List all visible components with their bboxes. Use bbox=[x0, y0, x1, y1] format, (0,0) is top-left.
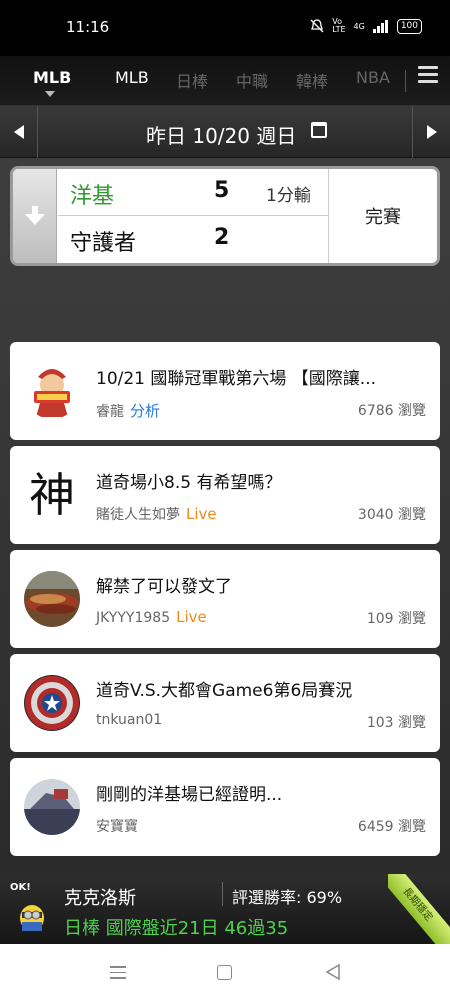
status-time: 11:16 bbox=[66, 18, 110, 36]
divider bbox=[405, 70, 406, 92]
post-item[interactable]: 10/21 國聯冠軍戰第六場 【國際讓... 睿龍 分析 6786 瀏覽 bbox=[10, 342, 440, 440]
tab-npb[interactable]: 日棒 bbox=[176, 68, 208, 92]
post-title: 剛剛的洋基場已經證明... bbox=[96, 785, 283, 805]
post-views: 3040 瀏覽 bbox=[357, 507, 426, 523]
post-item[interactable]: 剛剛的洋基場已經證明... 安寶寶 6459 瀏覽 bbox=[10, 758, 440, 856]
food-photo-avatar bbox=[24, 571, 80, 627]
expand-button[interactable] bbox=[13, 169, 57, 263]
post-meta: JKYYY1985 Live bbox=[96, 608, 207, 626]
game-status: 完賽 bbox=[328, 169, 437, 263]
post-item[interactable]: 道奇V.S.大都會Game6第6局賽況 tnkuan01 103 瀏覽 bbox=[10, 654, 440, 752]
team-name: 洋基 bbox=[70, 184, 115, 209]
post-title: 道奇場小8.5 有希望嗎？ bbox=[96, 473, 282, 493]
post-views: 6786 瀏覽 bbox=[357, 403, 426, 419]
photo-avatar bbox=[24, 779, 80, 835]
post-item[interactable]: 解禁了可以發文了 JKYYY1985 Live 109 瀏覽 bbox=[10, 550, 440, 648]
post-views: 109 瀏覽 bbox=[366, 611, 426, 627]
post-item[interactable]: 神 道奇場小8.5 有希望嗎？ 賭徒人生如夢 Live 3040 瀏覽 bbox=[10, 446, 440, 544]
team-row-away: 守護者 2 bbox=[58, 216, 328, 263]
arrow-down-icon bbox=[24, 206, 45, 225]
system-nav-bar bbox=[0, 944, 450, 1000]
calendar-icon[interactable] bbox=[311, 122, 327, 138]
post-tag: Live bbox=[186, 505, 217, 523]
post-meta: 安寶寶 bbox=[96, 816, 138, 836]
league-tab-bar: MLB MLB 日棒 中職 韓棒 NBA bbox=[0, 56, 450, 106]
avatar-text: OK! bbox=[10, 882, 31, 893]
main-content: 洋基 5 1分輸 守護者 2 完賽 10/21 國聯冠軍戰第六場 【國際讓...… bbox=[0, 158, 450, 874]
badge-avatar bbox=[24, 363, 80, 419]
expert-win-rate: 評選勝率: 69% bbox=[232, 888, 343, 907]
arrow-left-icon bbox=[13, 125, 24, 139]
post-views: 6459 瀏覽 bbox=[357, 819, 426, 835]
home-icon[interactable] bbox=[217, 965, 232, 980]
previous-date-button[interactable] bbox=[0, 106, 38, 158]
post-author[interactable]: 賭徒人生如夢 bbox=[96, 507, 180, 523]
team-name: 守護者 bbox=[70, 231, 137, 256]
next-date-button[interactable] bbox=[412, 106, 450, 158]
mute-icon bbox=[310, 19, 324, 33]
team-row-home: 洋基 5 1分輸 bbox=[58, 169, 328, 216]
volte-icon: Vo LTE bbox=[332, 17, 346, 34]
status-bar: 11:16 Vo LTE 4G 100 bbox=[0, 0, 450, 56]
team-score: 5 bbox=[214, 178, 230, 203]
date-bar: 昨日 10/20 週日 bbox=[0, 106, 450, 158]
expert-banner[interactable]: OK! 克克洛斯 評選勝率: 69% 日棒 國際盤近21日 46過35 長期穩定 bbox=[0, 874, 450, 944]
tab-mlb-current[interactable]: MLB bbox=[33, 68, 71, 87]
team-score: 2 bbox=[214, 225, 230, 250]
post-tag: 分析 bbox=[130, 402, 161, 420]
post-title: 道奇V.S.大都會Game6第6局賽況 bbox=[96, 681, 353, 701]
result-note: 1分輸 bbox=[266, 186, 311, 206]
shield-avatar bbox=[24, 675, 80, 731]
avatar-character: 神 bbox=[29, 468, 75, 522]
game-scoreboard[interactable]: 洋基 5 1分輸 守護者 2 完賽 bbox=[10, 166, 440, 266]
back-icon[interactable] bbox=[325, 964, 341, 980]
expert-record: 日棒 國際盤近21日 46過35 bbox=[64, 918, 289, 939]
expert-name: 克克洛斯 bbox=[64, 888, 136, 909]
post-views: 103 瀏覽 bbox=[366, 715, 426, 731]
battery-icon: 100 bbox=[396, 18, 422, 34]
ribbon-label: 長期穩定 bbox=[388, 874, 450, 944]
post-title: 10/21 國聯冠軍戰第六場 【國際讓... bbox=[96, 369, 377, 389]
post-author[interactable]: 睿龍 bbox=[96, 404, 124, 420]
divider bbox=[222, 882, 223, 906]
tab-nba[interactable]: NBA bbox=[356, 68, 390, 87]
god-character-avatar: 神 bbox=[24, 467, 80, 523]
recent-apps-icon[interactable] bbox=[110, 966, 126, 983]
date-label: 昨日 10/20 週日 bbox=[146, 124, 297, 148]
chevron-down-icon bbox=[45, 91, 55, 97]
tab-mlb[interactable]: MLB bbox=[115, 68, 149, 87]
post-author[interactable]: JKYYY1985 bbox=[96, 610, 170, 626]
arrow-right-icon bbox=[426, 125, 437, 139]
post-title: 解禁了可以發文了 bbox=[96, 577, 232, 597]
post-tag: Live bbox=[176, 608, 207, 626]
tab-cpbl[interactable]: 中職 bbox=[236, 68, 268, 92]
status-icons: Vo LTE 4G 100 bbox=[310, 18, 422, 34]
expert-avatar: OK! bbox=[10, 882, 54, 932]
post-author[interactable]: tnkuan01 bbox=[96, 712, 162, 728]
post-meta: tnkuan01 bbox=[96, 712, 162, 728]
menu-icon[interactable] bbox=[418, 66, 438, 86]
network-label: 4G bbox=[353, 21, 365, 31]
tab-kbo[interactable]: 韓棒 bbox=[296, 68, 328, 92]
post-meta: 賭徒人生如夢 Live bbox=[96, 504, 217, 524]
post-author[interactable]: 安寶寶 bbox=[96, 819, 138, 835]
post-meta: 睿龍 分析 bbox=[96, 400, 160, 421]
signal-icon bbox=[372, 19, 388, 33]
ribbon-badge: 長期穩定 bbox=[388, 874, 450, 944]
